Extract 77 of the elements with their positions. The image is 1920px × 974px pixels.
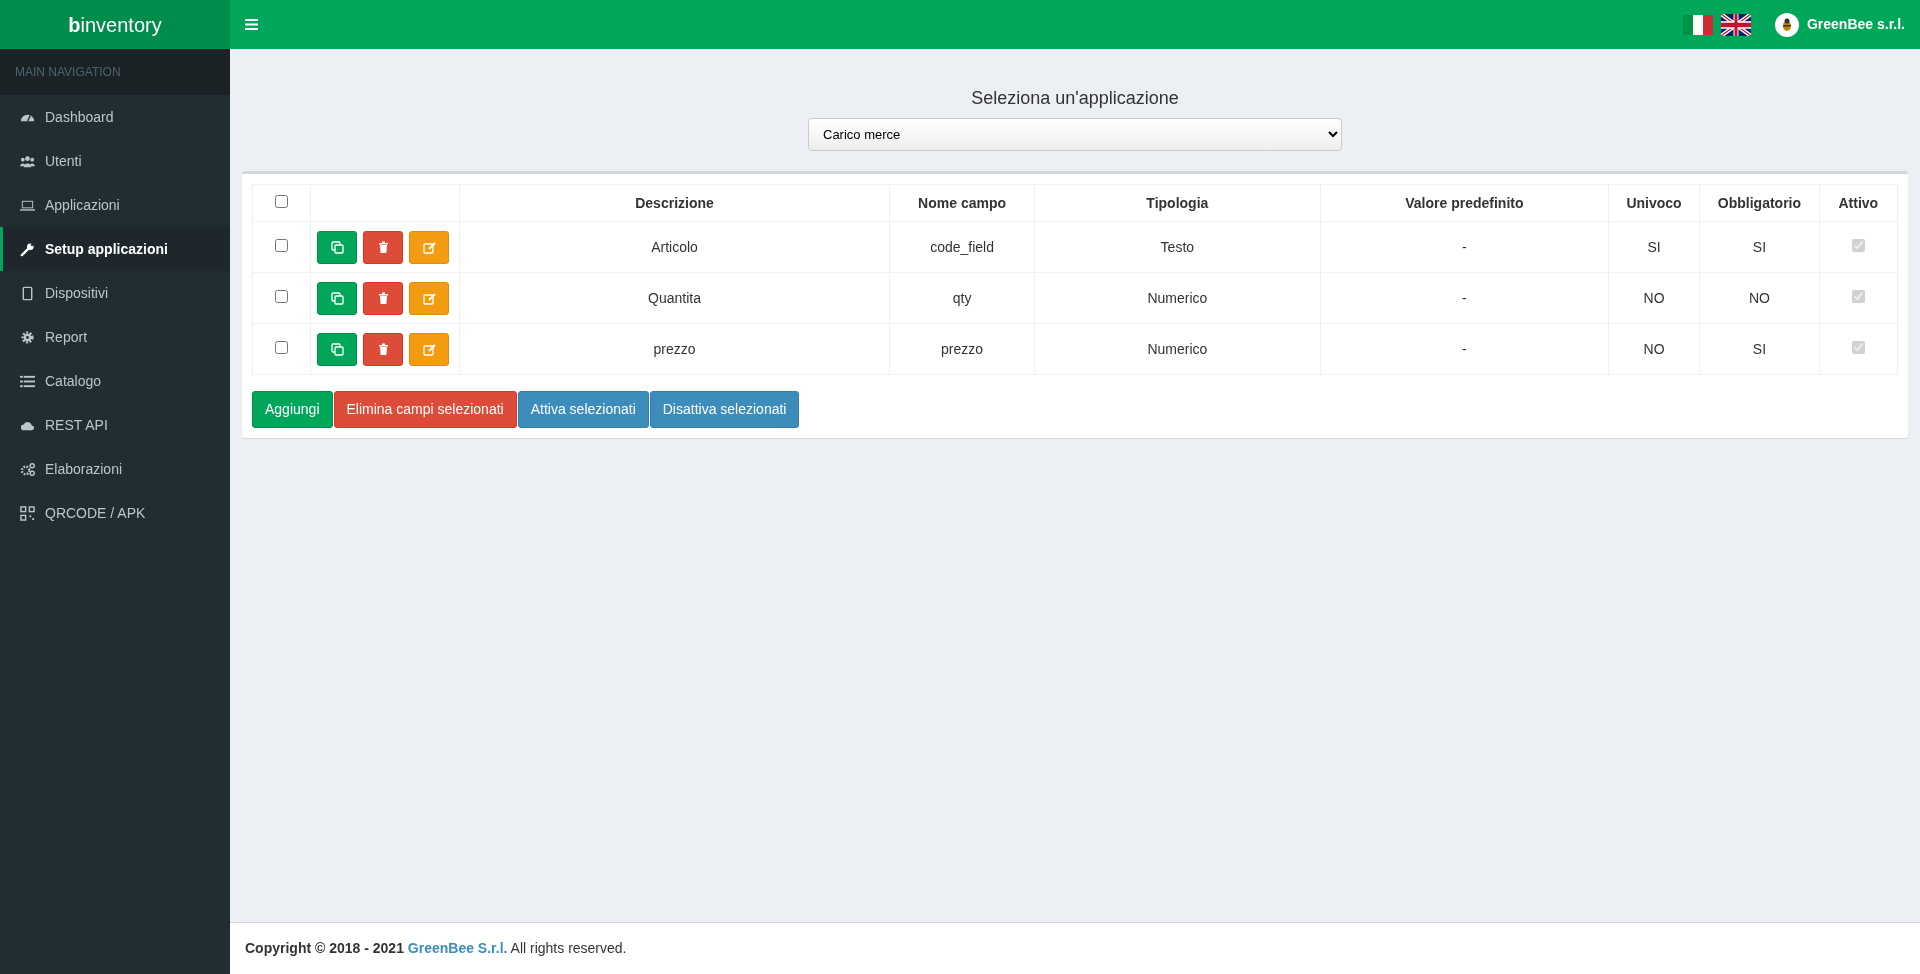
edit-icon bbox=[422, 291, 436, 305]
sidebar-item[interactable]: REST API bbox=[0, 403, 230, 447]
copy-icon bbox=[330, 342, 344, 356]
trash-icon bbox=[376, 291, 390, 305]
column-header: Attivo bbox=[1838, 194, 1879, 211]
edit-icon bbox=[422, 342, 436, 356]
duplicate-button[interactable] bbox=[317, 332, 358, 366]
select-all-checkbox[interactable] bbox=[275, 194, 289, 208]
table-cell: prezzo bbox=[941, 340, 984, 357]
sidebar-item[interactable]: Catalogo bbox=[0, 359, 230, 403]
company-link[interactable]: GreenBee S.r.l. bbox=[407, 940, 508, 956]
sidebar-item[interactable]: Utenti bbox=[0, 139, 230, 183]
column-header: Valore predefinito bbox=[1405, 194, 1524, 211]
delete-button[interactable] bbox=[363, 281, 404, 315]
nav-heading: MAIN NAVIGATION bbox=[15, 65, 121, 79]
copyright-text: Copyright © 2018 - 2021 GreenBee S.r.l. All rights reserved. bbox=[245, 940, 627, 956]
table-cell: - bbox=[1462, 238, 1467, 255]
edit-button[interactable] bbox=[409, 281, 450, 315]
column-header: Nome campo bbox=[918, 194, 1006, 211]
tablet-icon bbox=[20, 285, 35, 301]
delete-button[interactable] bbox=[363, 230, 404, 264]
sidebar-item[interactable]: Dispositivi bbox=[0, 271, 230, 315]
trash-icon bbox=[376, 240, 390, 254]
gears-icon bbox=[20, 461, 35, 477]
bee-avatar-icon[interactable] bbox=[1774, 12, 1799, 37]
sidebar-item[interactable]: Dashboard bbox=[0, 95, 230, 139]
italian-flag-icon[interactable] bbox=[1682, 13, 1713, 36]
table-cell: SI bbox=[1752, 340, 1767, 357]
app-logo: binventory bbox=[68, 12, 162, 38]
table-cell: NO bbox=[1643, 340, 1665, 357]
duplicate-button[interactable] bbox=[317, 230, 358, 264]
row-checkbox[interactable] bbox=[275, 340, 289, 354]
copy-icon bbox=[330, 291, 344, 305]
sidebar-item[interactable]: Elaborazioni bbox=[0, 447, 230, 491]
gear-icon bbox=[20, 329, 35, 345]
action-button[interactable]: Disattiva selezionati bbox=[649, 391, 800, 428]
row-checkbox[interactable] bbox=[275, 238, 289, 252]
users-icon bbox=[20, 153, 35, 169]
duplicate-button[interactable] bbox=[317, 281, 358, 315]
list-icon bbox=[20, 373, 35, 389]
copy-icon bbox=[330, 240, 344, 254]
column-header: Tipologia bbox=[1146, 194, 1209, 211]
sidebar-item[interactable]: Setup applicazioni bbox=[0, 227, 230, 271]
table-cell: - bbox=[1462, 340, 1467, 357]
table-cell: NO bbox=[1643, 289, 1665, 306]
action-button[interactable]: Elimina campi selezionati bbox=[333, 391, 517, 428]
table-cell: - bbox=[1462, 289, 1467, 306]
edit-icon bbox=[422, 240, 436, 254]
sidebar-item[interactable]: Report bbox=[0, 315, 230, 359]
table-cell: Quantita bbox=[648, 289, 701, 306]
column-header: Descrizione bbox=[635, 194, 714, 211]
sidebar-item[interactable]: Applicazioni bbox=[0, 183, 230, 227]
table-cell: SI bbox=[1647, 238, 1661, 255]
table-cell: Articolo bbox=[651, 238, 698, 255]
table-cell: Numerico bbox=[1147, 340, 1208, 357]
sidebar-item[interactable]: QRCODE / APK bbox=[0, 491, 230, 535]
table-cell: code_field bbox=[930, 238, 994, 255]
application-select[interactable]: Carico merce bbox=[808, 118, 1342, 151]
column-header: Univoco bbox=[1626, 194, 1682, 211]
delete-button[interactable] bbox=[363, 332, 404, 366]
table-cell: qty bbox=[952, 289, 972, 306]
table-cell: Testo bbox=[1160, 238, 1195, 255]
row-checkbox[interactable] bbox=[275, 289, 289, 303]
table-cell: SI bbox=[1752, 238, 1767, 255]
uk-flag-icon[interactable] bbox=[1720, 13, 1751, 36]
menu-icon[interactable] bbox=[245, 19, 258, 30]
table-cell: NO bbox=[1748, 289, 1770, 306]
table-cell: Numerico bbox=[1147, 289, 1208, 306]
select-label: Seleziona un'applicazione bbox=[970, 87, 1180, 110]
column-header: Obbligatorio bbox=[1717, 194, 1802, 211]
edit-button[interactable] bbox=[409, 332, 450, 366]
wrench-icon bbox=[20, 241, 35, 257]
edit-button[interactable] bbox=[409, 230, 450, 264]
table-cell: prezzo bbox=[653, 340, 696, 357]
qr-code-icon bbox=[20, 505, 35, 521]
action-button[interactable]: Attiva selezionati bbox=[517, 391, 649, 428]
trash-icon bbox=[376, 342, 390, 356]
